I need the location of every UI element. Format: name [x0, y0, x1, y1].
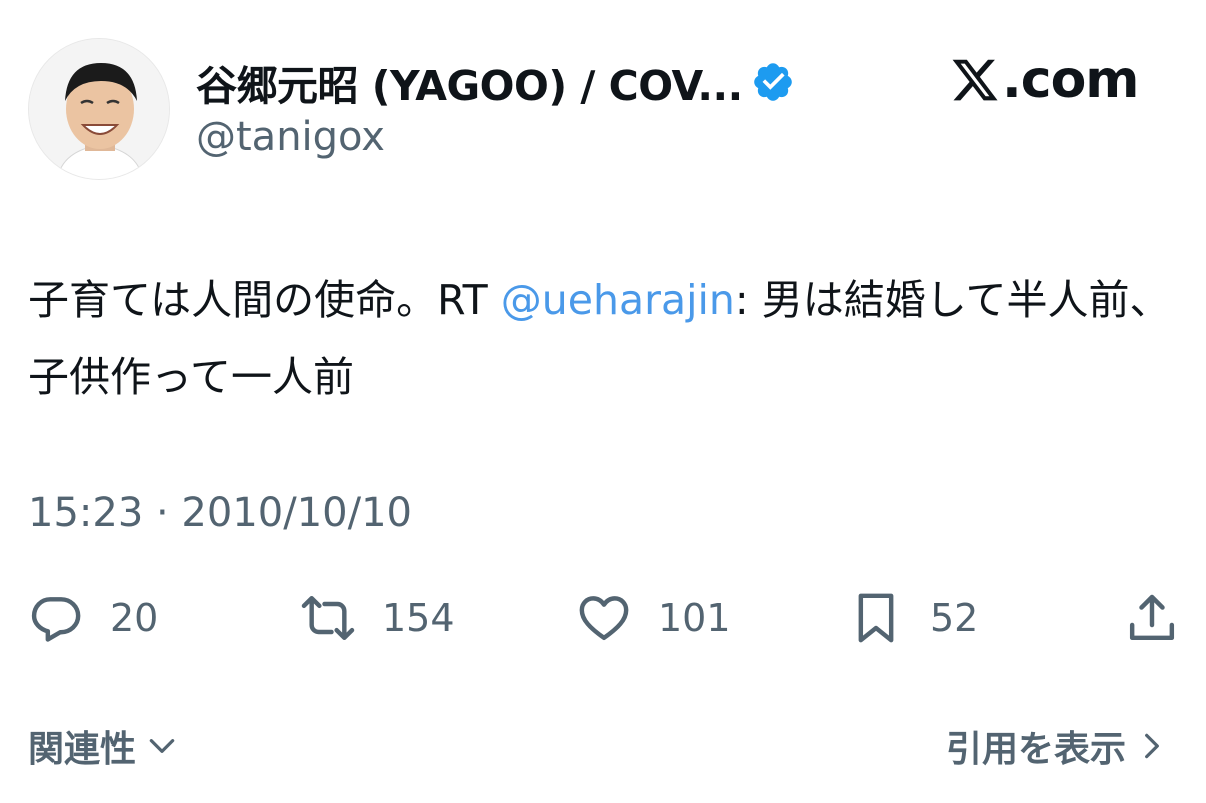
relevance-label: 関連性: [28, 729, 137, 770]
share-button[interactable]: [1124, 588, 1180, 648]
reply-icon: [31, 597, 81, 642]
chevron-right-icon: [1145, 733, 1159, 759]
brand-domain: .com: [1002, 50, 1139, 110]
like-button[interactable]: 101: [576, 588, 731, 648]
tweet-text: 子育ては人間の使命。RT @ueharajin: 男は結婚して半人前、子供作って…: [28, 262, 1178, 416]
x-logo: .com: [950, 50, 1139, 110]
bookmark-icon: [858, 593, 894, 643]
retweet-button[interactable]: 154: [300, 588, 455, 648]
display-name[interactable]: 谷郷元昭 (YAGOO) / COV...: [196, 52, 743, 112]
mention-link[interactable]: @ueharajin: [501, 276, 735, 324]
tweet-text-start: 子育ては人間の使命。RT: [28, 276, 501, 324]
view-quotes-link[interactable]: 引用を表示: [946, 720, 1168, 772]
reply-count: 20: [110, 596, 159, 640]
bookmark-button[interactable]: 52: [848, 588, 978, 648]
handle[interactable]: @tanigox: [196, 114, 385, 160]
chevron-down-icon: [149, 739, 175, 753]
verified-badge-icon: [753, 63, 792, 101]
retweet-icon: [301, 595, 355, 641]
retweet-count: 154: [382, 596, 455, 640]
avatar[interactable]: [28, 38, 170, 180]
x-icon: [952, 59, 998, 101]
like-count: 101: [658, 596, 731, 640]
reply-button[interactable]: 20: [28, 588, 158, 648]
timestamp[interactable]: 15:23 · 2010/10/10: [28, 490, 412, 536]
relevance-sort-toggle[interactable]: 関連性: [28, 720, 178, 772]
view-quotes-label: 引用を表示: [945, 729, 1126, 770]
share-icon: [1129, 594, 1175, 641]
bookmark-count: 52: [930, 596, 979, 640]
heart-icon: [579, 596, 629, 641]
